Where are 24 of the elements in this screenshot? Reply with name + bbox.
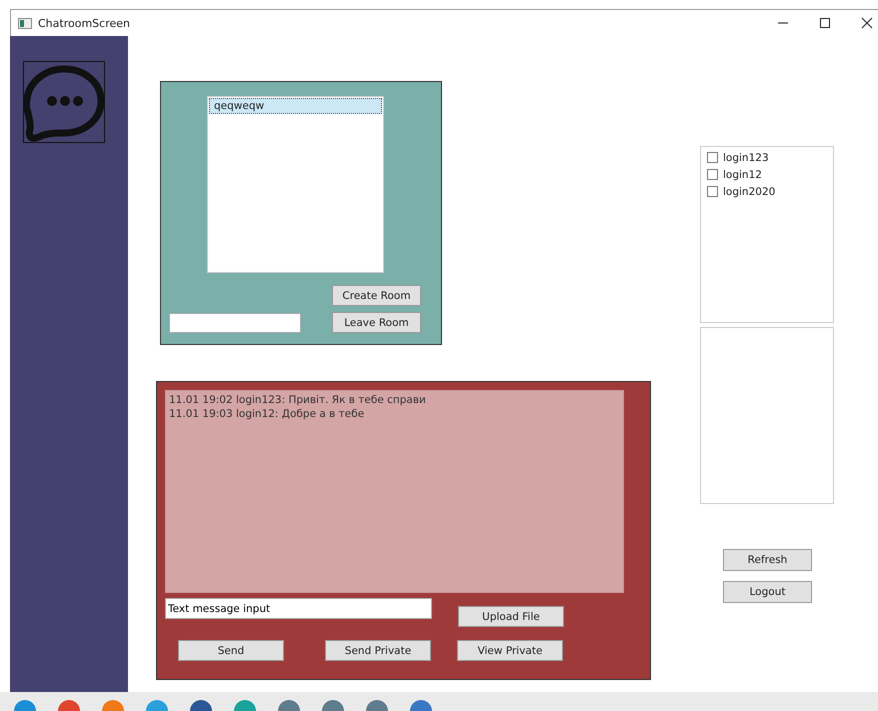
window-title: ChatroomScreen xyxy=(38,16,130,30)
chat-button[interactable]: View Private xyxy=(457,640,563,661)
room-button[interactable]: Leave Room xyxy=(332,312,421,333)
close-icon[interactable] xyxy=(861,17,873,29)
checkbox[interactable] xyxy=(707,152,718,163)
chat-message: 11.01 19:03 login12: Добре а в тебе xyxy=(169,407,366,421)
user-name: login123 xyxy=(723,152,769,164)
chat-bubble-icon xyxy=(23,61,105,143)
upload-file-button[interactable]: Upload File xyxy=(458,606,564,627)
checkbox[interactable] xyxy=(707,169,718,180)
user-name: login2020 xyxy=(723,186,776,198)
room-item[interactable]: qeqweqw xyxy=(209,98,382,114)
chat-button[interactable]: Send xyxy=(178,640,284,661)
room-button[interactable]: Create Room xyxy=(332,285,421,306)
room-name-field[interactable] xyxy=(169,313,301,333)
side-button[interactable]: Logout xyxy=(723,581,812,603)
checkbox[interactable] xyxy=(707,186,718,197)
message-field[interactable]: Text message input xyxy=(165,598,432,619)
chat-message: 11.01 19:02 login123: Привіт. Як в тебе справи xyxy=(169,393,427,407)
window-icon xyxy=(18,18,32,28)
maximize-icon[interactable] xyxy=(819,17,831,29)
side-button[interactable]: Refresh xyxy=(723,549,812,571)
chat-button[interactable]: Send Private xyxy=(325,640,431,661)
user-name: login12 xyxy=(723,168,762,180)
